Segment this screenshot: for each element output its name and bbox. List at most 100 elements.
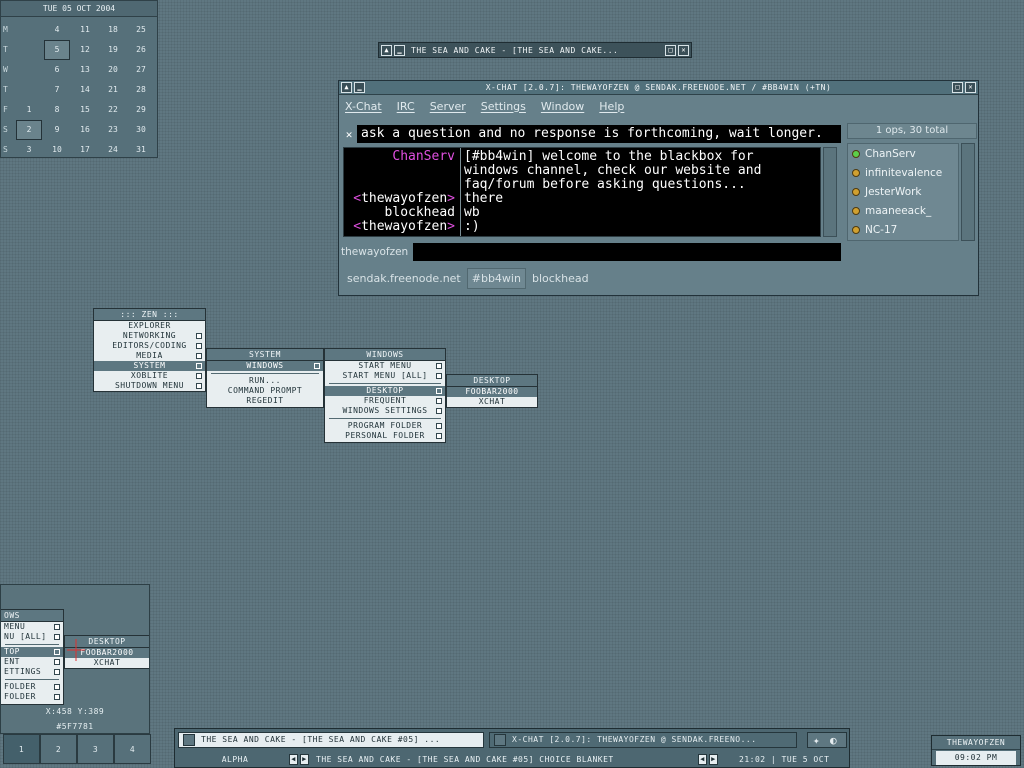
- tab-bb4win[interactable]: #bb4win: [466, 267, 526, 289]
- calendar-day[interactable]: 24: [101, 141, 125, 159]
- calendar-day[interactable]: 25: [129, 21, 153, 39]
- calendar-day[interactable]: 6: [45, 61, 69, 79]
- menu-item-program-folder[interactable]: PROGRAM FOLDER: [325, 421, 445, 431]
- menu-item-xoblite[interactable]: XOBLITE: [94, 371, 205, 381]
- calendar-day[interactable]: 16: [73, 121, 97, 139]
- calendar-day[interactable]: 28: [129, 81, 153, 99]
- minimize-icon[interactable]: ▁: [394, 44, 405, 56]
- calendar-day[interactable]: 18: [101, 21, 125, 39]
- calendar-day[interactable]: 1: [17, 101, 41, 119]
- calendar-day[interactable]: 22: [101, 101, 125, 119]
- menu-item-foobar2000[interactable]: FOOBAR2000: [447, 387, 537, 397]
- user-list-item[interactable]: JesterWork: [848, 182, 958, 201]
- shade-icon[interactable]: ▲: [381, 44, 392, 56]
- workspace-2[interactable]: 2: [40, 734, 77, 764]
- next-workspace-icon[interactable]: ▶: [300, 754, 309, 765]
- minimize-icon[interactable]: ▁: [354, 82, 365, 93]
- menu-irc[interactable]: IRC: [397, 100, 415, 113]
- calendar-day[interactable]: 23: [101, 121, 125, 139]
- prev-task-icon[interactable]: ◀: [698, 754, 707, 765]
- maximize-icon[interactable]: □: [952, 82, 963, 93]
- input-nick-label[interactable]: thewayofzen: [341, 246, 413, 258]
- menu-help[interactable]: Help: [599, 100, 624, 113]
- chat-nick[interactable]: <thewayofzen>: [344, 192, 455, 206]
- close-icon[interactable]: ✕: [678, 44, 689, 56]
- menu-xchat[interactable]: X-Chat: [345, 100, 382, 113]
- next-task-icon[interactable]: ▶: [709, 754, 718, 765]
- calendar-day[interactable]: 21: [101, 81, 125, 99]
- calendar-day[interactable]: 26: [129, 41, 153, 59]
- menu-server[interactable]: Server: [430, 100, 466, 113]
- chat-nick[interactable]: ChanServ: [344, 150, 455, 164]
- tray-icon[interactable]: ✦: [813, 734, 820, 747]
- shade-icon[interactable]: ▲: [341, 82, 352, 93]
- menu-item-start-menu[interactable]: START MENU: [325, 361, 445, 371]
- menu-item-windows[interactable]: WINDOWS: [207, 361, 323, 371]
- close-icon[interactable]: ✕: [965, 82, 976, 93]
- menu-item-desktop[interactable]: DESKTOP: [325, 386, 445, 396]
- chat-nick[interactable]: blockhead: [344, 206, 455, 220]
- menu-item-editors[interactable]: EDITORS/CODING: [94, 341, 205, 351]
- calendar-day[interactable]: 29: [129, 101, 153, 119]
- calendar-day[interactable]: 10: [45, 141, 69, 159]
- menu-item-windows-settings[interactable]: WINDOWS SETTINGS: [325, 406, 445, 416]
- chat-scrollbar[interactable]: [823, 147, 837, 237]
- menu-item-xchat[interactable]: XCHAT: [447, 397, 537, 407]
- calendar-day[interactable]: 7: [45, 81, 69, 99]
- userlist-scrollbar[interactable]: [961, 143, 975, 241]
- menu-item-shutdown[interactable]: SHUTDOWN MENU: [94, 381, 205, 391]
- menu-item-personal-folder[interactable]: PERSONAL FOLDER: [325, 431, 445, 441]
- close-tab-icon[interactable]: ✕: [341, 128, 357, 141]
- chat-log[interactable]: ChanServ <thewayofzen> blockhead <thewayofz…: [343, 147, 821, 237]
- menu-settings[interactable]: Settings: [481, 100, 526, 113]
- task-xchat[interactable]: X-CHAT [2.0.7]: THEWAYOFZEN @ SENDAK.FRE…: [489, 732, 797, 748]
- tab-blockhead[interactable]: blockhead: [528, 269, 593, 288]
- workspace-name[interactable]: ALPHA: [195, 752, 275, 767]
- user-list[interactable]: ChanServ infinitevalence JesterWork maaneea…: [847, 143, 959, 241]
- tab-server[interactable]: sendak.freenode.net: [343, 269, 465, 288]
- prev-workspace-icon[interactable]: ◀: [289, 754, 298, 765]
- workspace-4[interactable]: 4: [114, 734, 151, 764]
- menu-item-run[interactable]: RUN...: [207, 376, 323, 386]
- menu-item-explorer[interactable]: EXPLORER: [94, 321, 205, 331]
- calendar-day[interactable]: 30: [129, 121, 153, 139]
- calendar-day[interactable]: 5: [44, 40, 70, 60]
- menu-item-system[interactable]: SYSTEM: [94, 361, 205, 371]
- topic-input[interactable]: ask a question and no response is forthc…: [357, 125, 841, 143]
- taskbar-clock[interactable]: 21:02 | TUE 5 OCT: [739, 752, 847, 767]
- menu-item-networking[interactable]: NETWORKING: [94, 331, 205, 341]
- user-list-item[interactable]: maaneeack_: [848, 201, 958, 220]
- user-list-item[interactable]: ChanServ: [848, 144, 958, 163]
- menu-item-start-menu-all[interactable]: START MENU [ALL]: [325, 371, 445, 381]
- calendar-day[interactable]: 27: [129, 61, 153, 79]
- user-list-item[interactable]: NC-17: [848, 220, 958, 239]
- calendar-day[interactable]: 13: [73, 61, 97, 79]
- calendar-day[interactable]: 4: [45, 21, 69, 39]
- calendar-day[interactable]: 8: [45, 101, 69, 119]
- chat-nick[interactable]: [344, 164, 455, 178]
- calendar-day[interactable]: 15: [73, 101, 97, 119]
- menu-item-frequent[interactable]: FREQUENT: [325, 396, 445, 406]
- calendar-day[interactable]: 19: [101, 41, 125, 59]
- user-list-item[interactable]: infinitevalence: [848, 163, 958, 182]
- task-music-player[interactable]: THE SEA AND CAKE - [THE SEA AND CAKE #05…: [178, 732, 484, 748]
- workspace-3[interactable]: 3: [77, 734, 114, 764]
- menu-item-regedit[interactable]: REGEDIT: [207, 396, 323, 406]
- calendar-day[interactable]: 14: [73, 81, 97, 99]
- system-tray[interactable]: ✦ ◐: [807, 732, 847, 748]
- xchat-titlebar[interactable]: ▲ ▁ X-CHAT [2.0.7]: THEWAYOFZEN @ SENDAK…: [339, 81, 978, 95]
- calendar-day[interactable]: 3: [17, 141, 41, 159]
- calendar-day[interactable]: 17: [73, 141, 97, 159]
- calendar-day[interactable]: 12: [73, 41, 97, 59]
- workspace-1[interactable]: 1: [3, 734, 40, 764]
- message-input[interactable]: [413, 243, 841, 261]
- music-player-window[interactable]: ▲ ▁ THE SEA AND CAKE - [THE SEA AND CAKE…: [378, 42, 692, 58]
- calendar-day[interactable]: 2: [16, 120, 42, 140]
- calendar-day[interactable]: 11: [73, 21, 97, 39]
- calendar-day[interactable]: 9: [45, 121, 69, 139]
- calendar-day[interactable]: 20: [101, 61, 125, 79]
- tray-icon[interactable]: ◐: [830, 734, 837, 747]
- menu-item-media[interactable]: MEDIA: [94, 351, 205, 361]
- chat-nick[interactable]: [344, 178, 455, 192]
- menu-window[interactable]: Window: [541, 100, 584, 113]
